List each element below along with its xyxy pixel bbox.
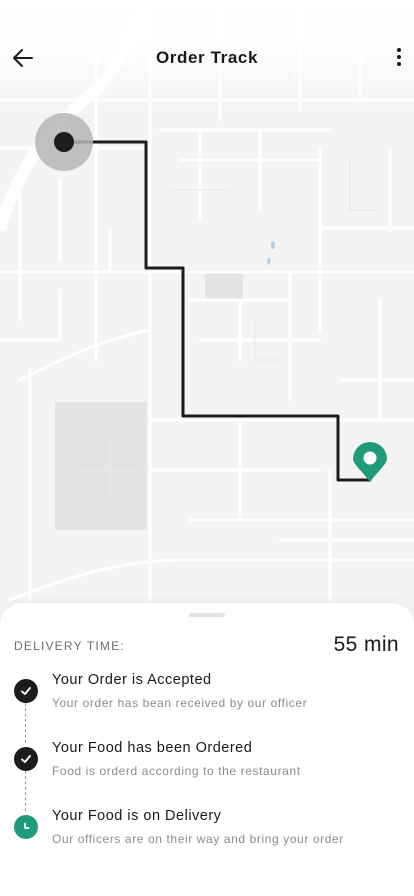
more-options-button[interactable]: [392, 46, 406, 70]
sheet-drag-handle[interactable]: [189, 613, 225, 617]
timeline-connector: [25, 771, 26, 811]
delivery-time-label: DELIVERY TIME:: [14, 639, 125, 653]
origin-location-icon: [35, 113, 93, 171]
order-track-screen: Order Track DELIVERY TIME: 55 min Your O…: [0, 0, 414, 896]
step-title: Your Food is on Delivery: [52, 808, 222, 824]
order-status-sheet: DELIVERY TIME: 55 min Your Order is Acce…: [0, 603, 414, 896]
page-title: Order Track: [155, 48, 259, 67]
check-icon: [21, 755, 31, 763]
step-check-icon: [14, 747, 38, 771]
step-title: Your Food has been Ordered: [52, 740, 253, 756]
step-subtitle: Your order has bean received by our offi…: [52, 696, 308, 710]
more-vertical-icon: [397, 48, 401, 66]
clock-icon: [24, 822, 30, 829]
delivery-time-value: 55 min: [333, 633, 399, 656]
check-icon: [21, 687, 31, 695]
step-title: Your Order is Accepted: [52, 672, 212, 688]
step-subtitle: Food is orderd according to the restaura…: [52, 764, 301, 778]
top-bar: Order Track: [0, 0, 414, 110]
step-clock-icon: [14, 815, 38, 839]
step-subtitle: Our officers are on their way and bring …: [52, 832, 344, 846]
step-check-icon: [14, 679, 38, 703]
timeline-connector: [25, 703, 26, 743]
